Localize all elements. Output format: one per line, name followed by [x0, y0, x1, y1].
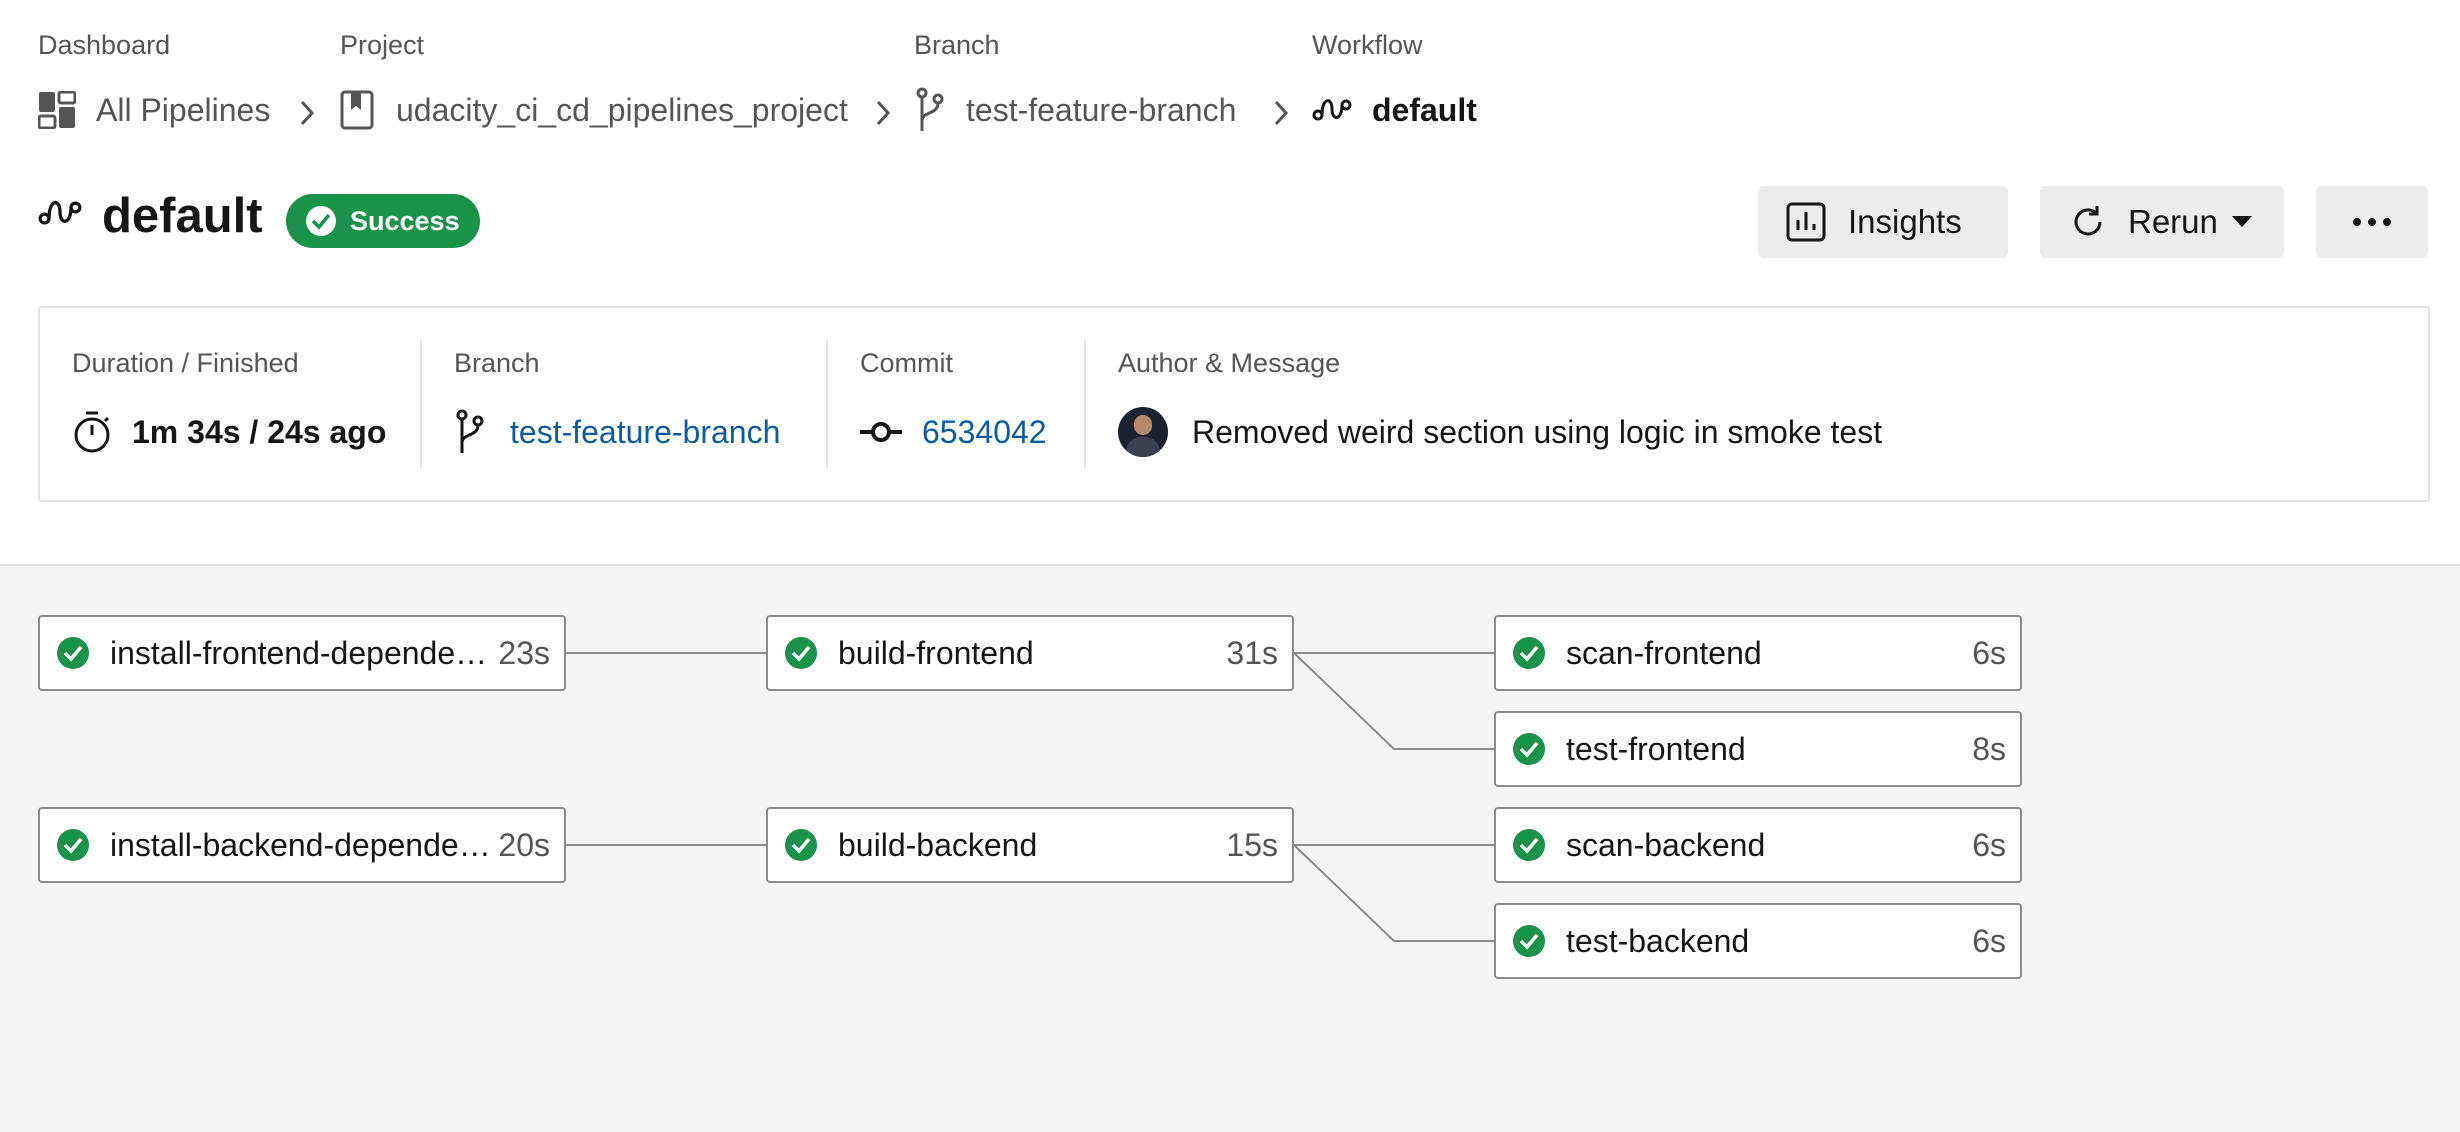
job-name: test-frontend [1566, 730, 1746, 767]
job-install-backend-dependencies[interactable]: install-backend-dependencies 20s [38, 807, 566, 883]
job-name: test-backend [1566, 922, 1750, 959]
check-circle-icon [785, 829, 817, 861]
check-circle-icon [1513, 925, 1545, 957]
job-name: install-backend-dependencies [110, 826, 497, 863]
job-duration: 8s [1972, 730, 2006, 767]
job-name: build-backend [838, 826, 1038, 863]
job-build-backend[interactable]: build-backend 15s [766, 807, 1294, 883]
job-duration: 23s [498, 634, 550, 671]
check-circle-icon [57, 637, 89, 669]
job-test-frontend[interactable]: test-frontend 8s [1494, 711, 2022, 787]
job-install-frontend-dependencies[interactable]: install-frontend-dependencies 23s [38, 615, 566, 691]
check-circle-icon [57, 829, 89, 861]
job-name: scan-frontend [1566, 634, 1762, 671]
job-duration: 15s [1226, 826, 1278, 863]
job-scan-frontend[interactable]: scan-frontend 6s [1494, 615, 2022, 691]
job-duration: 6s [1972, 922, 2006, 959]
job-scan-backend[interactable]: scan-backend 6s [1494, 807, 2022, 883]
job-name: build-frontend [838, 634, 1034, 671]
job-build-frontend[interactable]: build-frontend 31s [766, 615, 1294, 691]
job-duration: 6s [1972, 634, 2006, 671]
job-duration: 31s [1226, 634, 1278, 671]
job-name: scan-backend [1566, 826, 1766, 863]
check-circle-icon [1513, 637, 1545, 669]
job-duration: 6s [1972, 826, 2006, 863]
check-circle-icon [785, 637, 817, 669]
connector-line [1293, 652, 1495, 750]
job-duration: 20s [498, 826, 550, 863]
check-circle-icon [1513, 829, 1545, 861]
check-circle-icon [1513, 733, 1545, 765]
job-name: install-frontend-dependencies [110, 634, 497, 671]
connector-line [1293, 844, 1495, 942]
workflow-graph-connectors [566, 652, 1495, 942]
job-test-backend[interactable]: test-backend 6s [1494, 903, 2022, 979]
